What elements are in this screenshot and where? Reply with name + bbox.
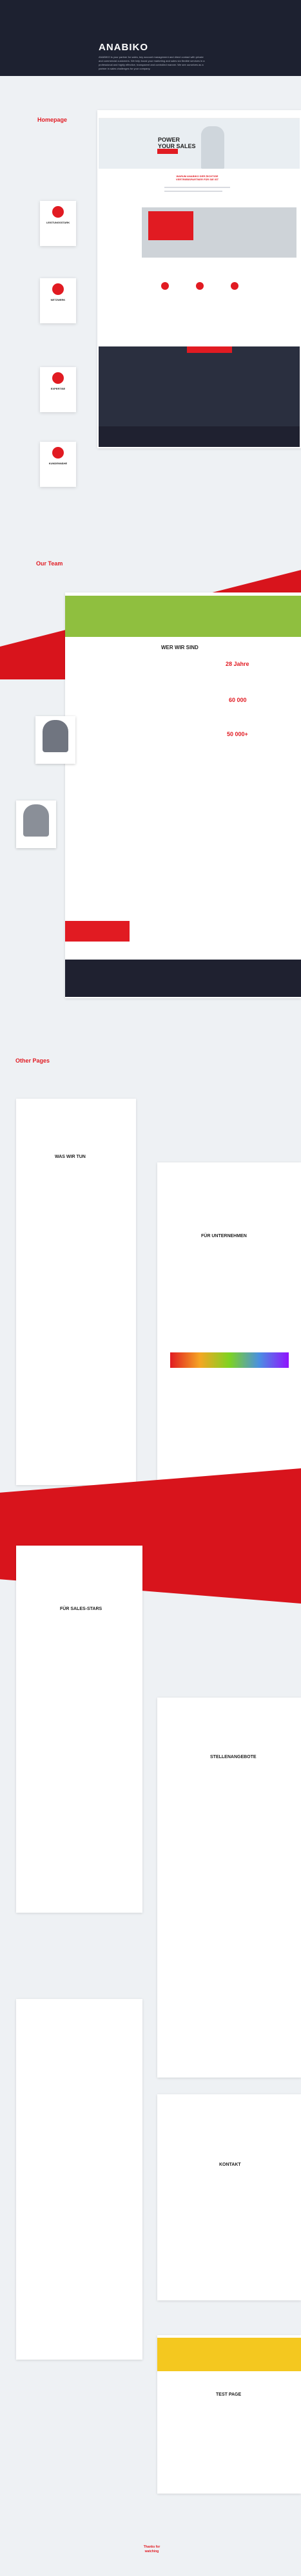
homepage-text-line: [164, 187, 230, 188]
service-icon: [196, 282, 204, 290]
feature-icon: [52, 372, 64, 384]
feature-icon: [52, 447, 64, 459]
page-sales: [16, 1546, 142, 1913]
team-hero-image: [65, 596, 301, 637]
page-test-title: TEST PAGE: [216, 2392, 242, 2397]
homepage-red-banner: [148, 211, 193, 240]
page-kontakt-title: KONTAKT: [219, 2163, 241, 2167]
hero-headline: POWER YOUR SALES: [158, 137, 196, 149]
portrait-photo: [23, 804, 49, 837]
service-icon: [161, 282, 169, 290]
homepage-title: Homepage: [37, 117, 68, 123]
team-footer: [65, 960, 301, 997]
homepage-text-line: [164, 191, 222, 192]
brand-logo: ANABIKO: [99, 42, 148, 53]
other-pages-title: Other Pages: [15, 1057, 50, 1064]
hero-person: [201, 126, 224, 169]
feature-card: EXPERTISE: [40, 367, 76, 412]
team-years: 28 Jahre: [226, 661, 249, 667]
team-stat: 60 000: [229, 697, 247, 703]
hero-image: [99, 118, 300, 169]
homepage-footer: [99, 426, 300, 447]
feature-icon: [52, 283, 64, 295]
feature-icon: [52, 206, 64, 218]
hero-subtitle: WARUM ANABIKO DER RICHTIGE VERTRIEBSPART…: [175, 175, 219, 181]
team-grid: [97, 741, 180, 805]
intro-text: ANABIKO is your partner for sales, key a…: [99, 55, 205, 70]
homepage-nav: [99, 113, 300, 118]
homepage-red-strip: [187, 346, 232, 353]
service-icon: [231, 282, 238, 290]
hero-sales-badge: [157, 149, 178, 154]
page-stellen-title: STELLENANGEBOTE: [210, 1755, 257, 1759]
page-unternehmen-gradient: [170, 1352, 289, 1368]
homepage-dark-band: [99, 346, 300, 426]
team-cta-banner: [65, 921, 130, 942]
page-kontakt-left: [16, 1999, 142, 2360]
team-stat: 50 000+: [227, 731, 248, 737]
page-kontakt: [157, 2094, 301, 2300]
page-test-hero: [157, 2338, 301, 2371]
team-page-title: WER WIR SIND: [161, 645, 199, 650]
page-sales-title: FÜR SALES-STARS: [60, 1607, 102, 1611]
page-wer-title: WAS WIR TUN: [55, 1155, 86, 1159]
feature-card: NETZWERK: [40, 278, 76, 323]
thanks-text: Thanks for watching: [143, 2545, 160, 2553]
feature-card: LEISTUNGSSTARK: [40, 201, 76, 246]
portrait-photo: [43, 720, 68, 752]
feature-card: KUNDENNÄHE: [40, 442, 76, 487]
page-unternehmen-title: FÜR UNTERNEHMEN: [201, 1234, 247, 1238]
team-title: Our Team: [36, 560, 63, 567]
